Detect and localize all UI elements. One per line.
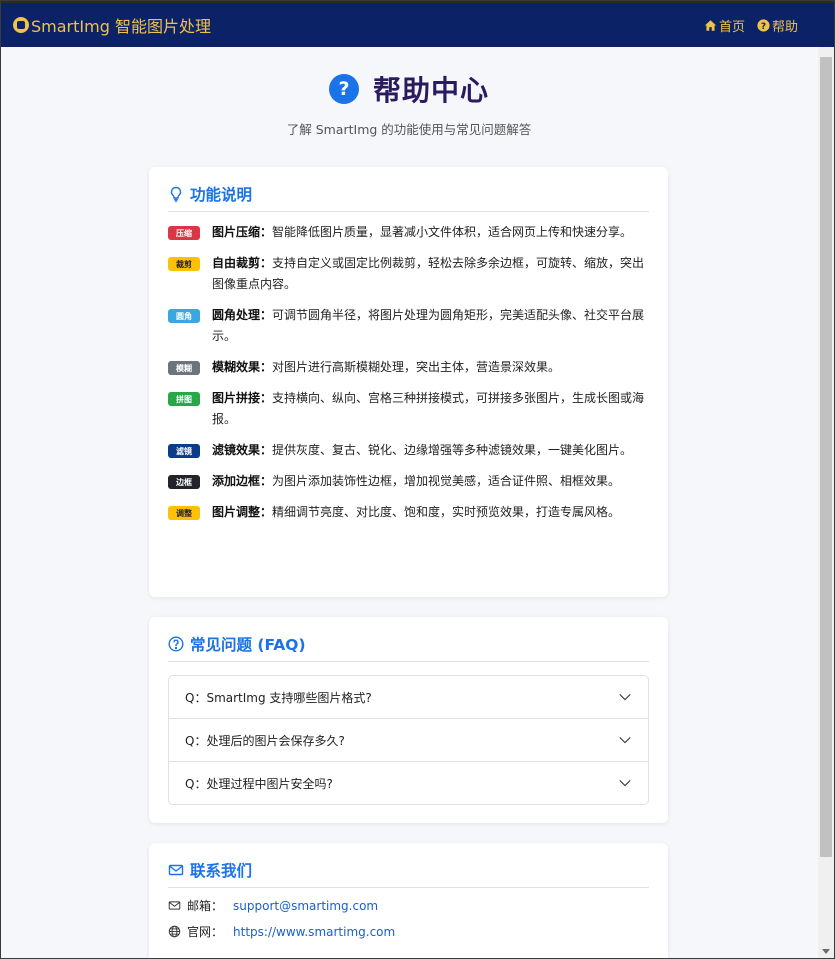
faq-item[interactable]: Q：处理过程中图片安全吗? xyxy=(169,762,648,804)
site-label: 官网： xyxy=(187,925,224,939)
features-card: 功能说明 压缩 图片压缩：智能降低图片质量，显著减小文件体积，适合网页上传和快速… xyxy=(149,167,668,597)
feature-badge: 调整 xyxy=(168,506,200,520)
faq-item[interactable]: Q：处理后的图片会保存多久? xyxy=(169,719,648,762)
contact-title: 联系我们 xyxy=(168,859,649,888)
feature-name: 图片压缩： xyxy=(212,225,273,239)
feature-badge: 模糊 xyxy=(168,361,200,375)
question-circle-icon: ? xyxy=(757,18,770,31)
chevron-down-icon xyxy=(619,693,631,701)
contact-title-label: 联系我们 xyxy=(190,862,253,880)
vertical-scrollbar[interactable] xyxy=(818,47,834,958)
features-title: 功能说明 xyxy=(168,183,649,212)
svg-text:?: ? xyxy=(761,21,766,31)
top-navbar: SmartImg 智能图片处理 首页 ? 帮助 xyxy=(1,1,834,47)
features-title-label: 功能说明 xyxy=(190,186,253,204)
nav-links: 首页 ? 帮助 xyxy=(704,16,798,35)
brand-name: SmartImg 智能图片处理 xyxy=(31,17,211,36)
feature-name: 图片调整： xyxy=(212,505,273,519)
feature-desc: 可调节圆角半径，将图片处理为圆角矩形，完美适配头像、社交平台展示。 xyxy=(212,308,645,343)
feature-badge: 圆角 xyxy=(168,309,200,323)
lightbulb-icon xyxy=(170,186,182,202)
feature-item: 裁剪 自由裁剪：支持自定义或固定比例裁剪，轻松去除多余边框，可旋转、缩放，突出图… xyxy=(168,255,649,295)
nav-home-link[interactable]: 首页 xyxy=(704,16,745,35)
nav-home-label: 首页 xyxy=(718,19,745,35)
brand[interactable]: SmartImg 智能图片处理 xyxy=(13,13,211,37)
feature-desc: 智能降低图片质量，显著减小文件体积，适合网页上传和快速分享。 xyxy=(272,225,633,239)
feature-desc: 对图片进行高斯模糊处理，突出主体，营造景深效果。 xyxy=(272,360,561,374)
email-link[interactable]: support@smartimg.com xyxy=(233,899,378,913)
nav-help-label: 帮助 xyxy=(771,19,798,35)
faq-question: Q：处理过程中图片安全吗? xyxy=(185,776,333,791)
email-label: 邮箱： xyxy=(187,899,224,913)
feature-list: 压缩 图片压缩：智能降低图片质量，显著减小文件体积，适合网页上传和快速分享。 裁… xyxy=(168,224,649,523)
page-subtitle: 了解 SmartImg 的功能使用与常见问题解答 xyxy=(286,122,532,137)
scrollbar-thumb[interactable] xyxy=(820,57,832,857)
contact-card: 联系我们 邮箱： support@smartimg.com 官网： https:… xyxy=(149,843,668,958)
feature-desc: 支持自定义或固定比例裁剪，轻松去除多余边框，可旋转、缩放，突出图像重点内容。 xyxy=(212,256,645,291)
feature-badge: 边框 xyxy=(168,475,200,489)
feature-item: 拼图 图片拼接：支持横向、纵向、宫格三种拼接模式，可拼接多张图片，生成长图或海报… xyxy=(168,390,649,430)
chevron-down-icon xyxy=(619,736,631,744)
faq-question: Q：SmartImg 支持哪些图片格式? xyxy=(185,690,372,705)
feature-name: 自由裁剪： xyxy=(212,256,273,270)
feature-name: 圆角处理： xyxy=(212,308,273,322)
scroll-down-arrow-icon[interactable] xyxy=(822,949,830,954)
feature-item: 边框 添加边框：为图片添加装饰性边框，增加视觉美感，适合证件照、相框效果。 xyxy=(168,473,649,492)
faq-question: Q：处理后的图片会保存多久? xyxy=(185,733,345,748)
chevron-down-icon xyxy=(619,779,631,787)
question-circle-icon xyxy=(168,636,184,652)
feature-item: 圆角 圆角处理：可调节圆角半径，将图片处理为圆角矩形，完美适配头像、社交平台展示… xyxy=(168,307,649,347)
envelope-icon xyxy=(168,864,184,876)
page-header: ? 帮助中心 了解 SmartImg 的功能使用与常见问题解答 xyxy=(1,47,817,138)
feature-name: 滤镜效果： xyxy=(212,443,273,457)
home-icon xyxy=(704,19,717,31)
website-link[interactable]: https://www.smartimg.com xyxy=(233,925,395,939)
feature-item: 模糊 模糊效果：对图片进行高斯模糊处理，突出主体，营造景深效果。 xyxy=(168,359,649,378)
help-center-icon: ? xyxy=(328,74,359,104)
faq-accordion: Q：SmartImg 支持哪些图片格式? Q：处理后的图片会保存多久? Q：处理… xyxy=(168,675,649,805)
nav-help-link[interactable]: ? 帮助 xyxy=(757,16,798,35)
feature-badge: 裁剪 xyxy=(168,257,200,271)
contact-email-row: 邮箱： support@smartimg.com xyxy=(168,897,649,914)
page-title: 帮助中心 xyxy=(372,74,489,107)
feature-badge: 拼图 xyxy=(168,392,200,406)
feature-item: 调整 图片调整：精细调节亮度、对比度、饱和度，实时预览效果，打造专属风格。 xyxy=(168,504,649,523)
faq-title: 常见问题 (FAQ) xyxy=(168,633,649,662)
feature-item: 滤镜 滤镜效果：提供灰度、复古、锐化、边缘增强等多种滤镜效果，一键美化图片。 xyxy=(168,442,649,461)
faq-title-label: 常见问题 (FAQ) xyxy=(190,636,306,654)
feature-badge: 压缩 xyxy=(168,226,200,240)
feature-desc: 提供灰度、复古、锐化、边缘增强等多种滤镜效果，一键美化图片。 xyxy=(272,443,633,457)
feature-name: 添加边框： xyxy=(212,474,273,488)
feature-desc: 精细调节亮度、对比度、饱和度，实时预览效果，打造专属风格。 xyxy=(272,505,621,519)
globe-icon xyxy=(168,925,181,938)
feature-name: 模糊效果： xyxy=(212,360,273,374)
feature-name: 图片拼接： xyxy=(212,391,273,405)
brand-logo-icon xyxy=(13,17,29,33)
faq-card: 常见问题 (FAQ) Q：SmartImg 支持哪些图片格式? Q：处理后的图片… xyxy=(149,617,668,823)
feature-desc: 支持横向、纵向、宫格三种拼接模式，可拼接多张图片，生成长图或海报。 xyxy=(212,391,645,426)
envelope-icon xyxy=(168,901,181,910)
contact-site-row: 官网： https://www.smartimg.com xyxy=(168,923,649,940)
feature-desc: 为图片添加装饰性边框，增加视觉美感，适合证件照、相框效果。 xyxy=(272,474,621,488)
faq-item[interactable]: Q：SmartImg 支持哪些图片格式? xyxy=(169,676,648,719)
feature-badge: 滤镜 xyxy=(168,444,200,458)
feature-item: 压缩 图片压缩：智能降低图片质量，显著减小文件体积，适合网页上传和快速分享。 xyxy=(168,224,649,243)
main-content: ? 帮助中心 了解 SmartImg 的功能使用与常见问题解答 功能说明 压缩 … xyxy=(1,47,817,958)
